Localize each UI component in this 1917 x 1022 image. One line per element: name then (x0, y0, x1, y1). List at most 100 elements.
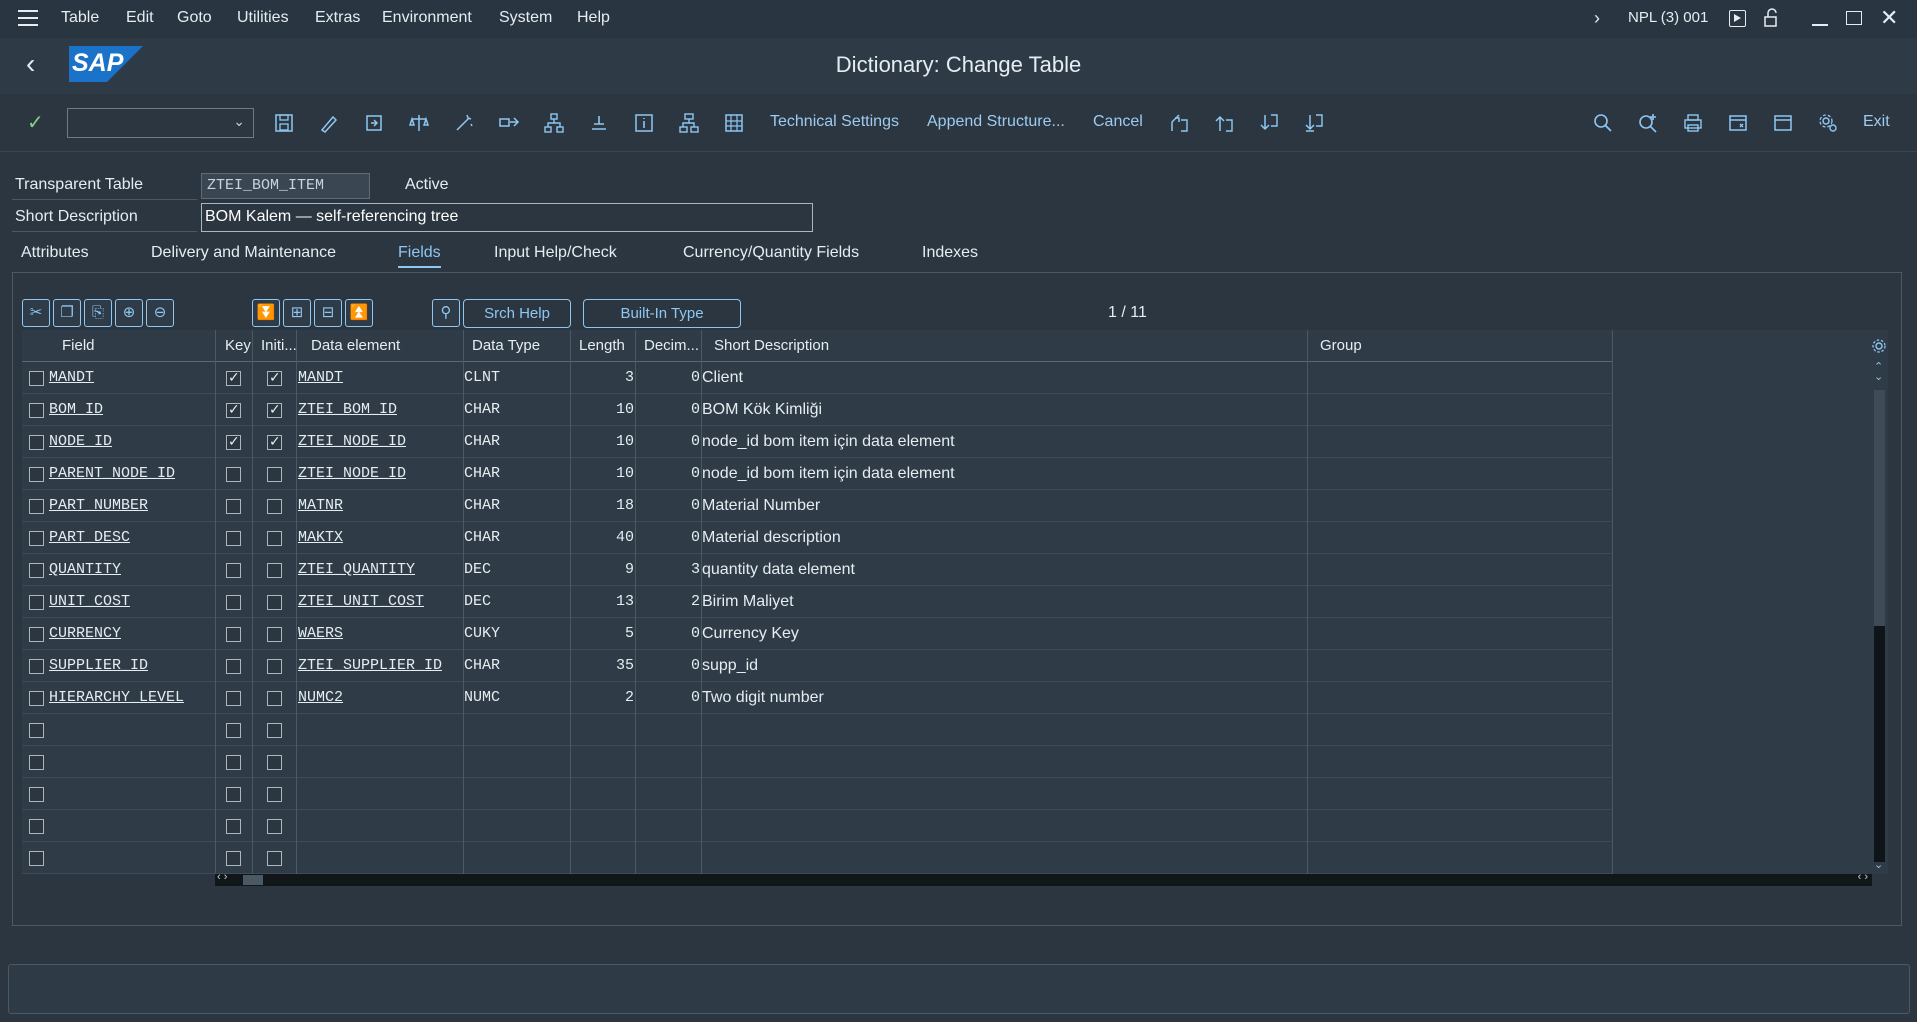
data-element-link[interactable]: WAERS (298, 618, 343, 650)
scroll-left-right-end-icon[interactable]: ‹ › (1858, 871, 1868, 883)
copy-icon[interactable]: ❐ (53, 299, 81, 327)
row-select-checkbox[interactable] (29, 371, 44, 386)
previous-page-icon[interactable] (1213, 112, 1235, 134)
chevron-right-icon[interactable]: › (1594, 8, 1600, 29)
technical-settings-button[interactable]: Technical Settings (770, 113, 899, 131)
initial-values-checkbox[interactable] (267, 369, 282, 386)
initial-values-checkbox[interactable] (267, 819, 282, 834)
col-header-field[interactable]: Field (62, 330, 95, 362)
row-select-checkbox[interactable] (29, 595, 44, 610)
menu-environment[interactable]: Environment (382, 9, 472, 27)
chevron-down-icon[interactable]: ⌄ (233, 113, 245, 130)
initial-values-checkbox[interactable] (267, 467, 282, 482)
row-select-checkbox[interactable] (29, 787, 44, 802)
tab-currency-quantity-fields[interactable]: Currency/Quantity Fields (683, 244, 859, 262)
row-select-checkbox[interactable] (29, 499, 44, 514)
initial-values-checkbox[interactable] (267, 563, 282, 578)
menu-system[interactable]: System (499, 9, 552, 27)
key-checkbox[interactable] (226, 595, 241, 610)
field-name-link[interactable]: HIERARCHY_LEVEL (49, 682, 184, 714)
data-element-link[interactable]: ZTEI_NODE_ID (298, 426, 406, 458)
row-select-checkbox[interactable] (29, 659, 44, 674)
key-checkbox[interactable] (226, 627, 241, 642)
display-navigation-icon[interactable] (588, 112, 610, 134)
last-page-icon[interactable] (1303, 112, 1325, 134)
vertical-scrollbar[interactable]: ⌃ ⌄ ⌄ (1873, 361, 1886, 874)
cut-icon[interactable]: ✂ (22, 299, 50, 327)
key-checkbox[interactable] (226, 787, 241, 802)
maximize-icon[interactable] (1846, 11, 1862, 25)
col-header-data-type[interactable]: Data Type (472, 330, 540, 362)
key-checkbox[interactable] (226, 401, 241, 418)
row-select-checkbox[interactable] (29, 563, 44, 578)
info-icon[interactable] (633, 112, 655, 134)
col-header-length[interactable]: Length (579, 330, 625, 362)
data-element-link[interactable]: MAKTX (298, 522, 343, 554)
table-settings-icon[interactable] (1871, 338, 1887, 354)
row-select-checkbox[interactable] (29, 531, 44, 546)
col-header-decimal[interactable]: Decim... (644, 330, 699, 362)
play-icon[interactable] (1729, 10, 1746, 27)
col-header-short-description[interactable]: Short Description (714, 330, 829, 362)
search-icon[interactable] (1592, 112, 1614, 134)
exit-button[interactable]: Exit (1863, 113, 1890, 131)
new-window-icon[interactable] (1727, 112, 1749, 134)
menu-help[interactable]: Help (577, 9, 610, 27)
field-name-link[interactable]: PART_NUMBER (49, 490, 148, 522)
horizontal-scrollbar[interactable]: ‹ › ‹ › (215, 871, 1872, 886)
check-consistency-icon[interactable] (408, 112, 430, 134)
check-icon[interactable]: ✓ (27, 110, 44, 135)
first-page-icon[interactable] (1168, 112, 1190, 134)
save-icon[interactable] (273, 112, 295, 134)
search-next-icon[interactable] (1637, 112, 1659, 134)
scroll-left-right-icon[interactable]: ‹ › (217, 871, 227, 883)
insert-field-icon[interactable]: ⊞ (283, 299, 311, 327)
short-description-input[interactable]: BOM Kalem — self-referencing tree (201, 203, 813, 232)
data-element-link[interactable]: ZTEI_SUPPLIER_ID (298, 650, 442, 682)
col-header-group[interactable]: Group (1320, 330, 1362, 362)
select-block-icon[interactable]: ⊟ (314, 299, 342, 327)
key-checkbox[interactable] (226, 531, 241, 546)
data-element-link[interactable]: NUMC2 (298, 682, 343, 714)
col-header-data-element[interactable]: Data element (311, 330, 400, 362)
row-select-checkbox[interactable] (29, 755, 44, 770)
key-checkbox[interactable] (226, 755, 241, 770)
row-select-checkbox[interactable] (29, 819, 44, 834)
field-name-link[interactable]: PARENT_NODE_ID (49, 458, 175, 490)
paste-icon[interactable]: ⎘ (84, 299, 112, 327)
key-checkbox[interactable] (226, 691, 241, 706)
delete-row-icon[interactable]: ⊖ (146, 299, 174, 327)
field-name-link[interactable]: NODE_ID (49, 426, 112, 458)
col-header-initial[interactable]: Initi... (261, 330, 297, 362)
command-field[interactable]: ⌄ (67, 108, 254, 138)
field-name-link[interactable]: BOM_ID (49, 394, 103, 426)
menu-utilities[interactable]: Utilities (237, 9, 289, 27)
initial-values-checkbox[interactable] (267, 531, 282, 546)
initial-values-checkbox[interactable] (267, 401, 282, 418)
data-element-link[interactable]: MANDT (298, 362, 343, 394)
field-name-link[interactable]: QUANTITY (49, 554, 121, 586)
minimize-icon[interactable] (1812, 24, 1828, 26)
row-select-checkbox[interactable] (29, 723, 44, 738)
menu-table[interactable]: Table (61, 9, 99, 27)
initial-values-checkbox[interactable] (267, 433, 282, 450)
vertical-scroll-thumb[interactable] (1874, 626, 1885, 862)
cancel-button[interactable]: Cancel (1093, 113, 1143, 131)
key-search-icon[interactable]: ⚲ (432, 299, 460, 327)
row-select-checkbox[interactable] (29, 627, 44, 642)
table-contents-icon[interactable] (723, 112, 745, 134)
initial-values-checkbox[interactable] (267, 755, 282, 770)
key-checkbox[interactable] (226, 499, 241, 514)
unlock-icon[interactable] (1762, 8, 1780, 33)
tab-indexes[interactable]: Indexes (922, 244, 978, 262)
initial-values-checkbox[interactable] (267, 499, 282, 514)
key-checkbox[interactable] (226, 467, 241, 482)
edit-toggle-icon[interactable] (318, 112, 340, 134)
where-used-icon[interactable] (498, 112, 520, 134)
other-object-icon[interactable] (363, 112, 385, 134)
field-name-link[interactable]: MANDT (49, 362, 94, 394)
close-icon[interactable]: ✕ (1880, 5, 1898, 31)
field-name-link[interactable]: UNIT_COST (49, 586, 130, 618)
scroll-down-small-icon[interactable]: ⌄ (1874, 370, 1883, 383)
field-name-link[interactable]: SUPPLIER_ID (49, 650, 148, 682)
